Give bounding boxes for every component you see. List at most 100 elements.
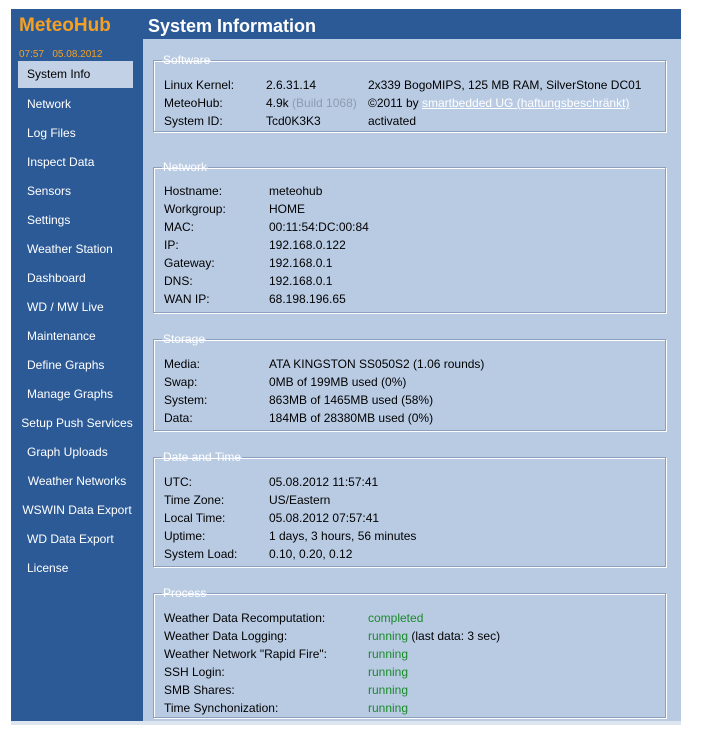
app-frame: MeteoHub 07:57 05.08.2012 System Info Ne… bbox=[11, 9, 681, 721]
network-value-gateway: 192.168.0.1 bbox=[269, 256, 333, 270]
sidebar-item-weather-networks[interactable]: Weather Networks bbox=[11, 467, 143, 496]
sidebar-item-license[interactable]: License bbox=[11, 554, 143, 583]
sidebar-item-label: Graph Uploads bbox=[27, 445, 108, 459]
meteohub-label: MeteoHub: bbox=[164, 96, 223, 110]
main-content: Software Linux Kernel: 2.6.31.14 2x339 B… bbox=[143, 39, 681, 721]
process-label: SSH Login: bbox=[164, 665, 225, 679]
datetime-label-local-time: Local Time: bbox=[164, 511, 226, 525]
process-legend: Process bbox=[163, 586, 207, 600]
process-note: (last data: 3 sec) bbox=[411, 629, 501, 643]
datetime-value-local-time: 05.08.2012 07:57:41 bbox=[269, 511, 380, 525]
process-status: running bbox=[368, 701, 409, 715]
sidebar-item-label: Settings bbox=[27, 213, 71, 227]
sidebar-item-label: WSWIN Data Export bbox=[22, 503, 132, 517]
sidebar-item-label: Sensors bbox=[27, 184, 72, 198]
network-label-hostname: Hostname: bbox=[164, 184, 223, 198]
sidebar-item-wswin-data-export[interactable]: WSWIN Data Export bbox=[11, 496, 143, 525]
bottom-edge bbox=[11, 721, 681, 725]
sidebar-item-label: Weather Networks bbox=[27, 474, 127, 488]
sidebar-item-label: Log Files bbox=[27, 126, 76, 140]
network-label-dns: DNS: bbox=[164, 274, 193, 288]
sysid-label: System ID: bbox=[164, 114, 223, 128]
sidebar-item-label: WD / MW Live bbox=[27, 300, 104, 314]
datetime-label-utc: UTC: bbox=[164, 475, 192, 489]
sidebar-item-label: Define Graphs bbox=[27, 358, 105, 372]
datetime-label-uptime: Uptime: bbox=[164, 529, 206, 543]
datetime-value-uptime: 1 days, 3 hours, 56 minutes bbox=[269, 529, 417, 543]
sidebar-item-label: System Info bbox=[27, 67, 91, 81]
sidebar-item-setup-push-services[interactable]: Setup Push Services bbox=[11, 409, 143, 438]
process-status: running bbox=[368, 683, 409, 697]
sidebar-item-maintenance[interactable]: Maintenance bbox=[11, 322, 143, 351]
meteohub-version-group: 4.9k (Build 1068) bbox=[266, 94, 357, 112]
page-header: System Information bbox=[143, 9, 681, 39]
kernel-label: Linux Kernel: bbox=[164, 78, 235, 92]
network-label-mac: MAC: bbox=[164, 220, 194, 234]
network-label-workgroup: Workgroup: bbox=[164, 202, 226, 216]
process-status: running bbox=[368, 629, 409, 643]
sidebar-item-log-files[interactable]: Log Files bbox=[11, 119, 143, 148]
sidebar-item-network[interactable]: Network bbox=[11, 90, 143, 119]
process-status: running bbox=[368, 647, 409, 661]
network-label-wan-ip: WAN IP: bbox=[164, 292, 210, 306]
sidebar-item-graph-uploads[interactable]: Graph Uploads bbox=[11, 438, 143, 467]
network-label-ip: IP: bbox=[164, 238, 179, 252]
storage-value-media: ATA KINGSTON SS050S2 (1.06 rounds) bbox=[269, 357, 485, 371]
sidebar-item-label: WD Data Export bbox=[27, 532, 114, 546]
meteohub-version: 4.9k bbox=[266, 96, 289, 110]
process-label: SMB Shares: bbox=[164, 683, 235, 697]
datetime-value-utc: 05.08.2012 11:57:41 bbox=[269, 475, 379, 489]
sidebar-item-wd-data-export[interactable]: WD Data Export bbox=[11, 525, 143, 554]
meteohub-build: (Build 1068) bbox=[292, 96, 357, 110]
sidebar-item-dashboard[interactable]: Dashboard bbox=[11, 264, 143, 293]
network-legend: Network bbox=[163, 160, 208, 174]
sidebar-item-sensors[interactable]: Sensors bbox=[11, 177, 143, 206]
sidebar-item-settings[interactable]: Settings bbox=[11, 206, 143, 235]
copyright-group: ©2011 by smartbedded UG (haftungsbeschrä… bbox=[368, 94, 629, 112]
datetime-value-system-load: 0.10, 0.20, 0.12 bbox=[269, 547, 353, 561]
clock-date: 05.08.2012 bbox=[52, 49, 103, 60]
process-label: Weather Network "Rapid Fire": bbox=[164, 647, 328, 661]
storage-value-swap: 0MB of 199MB used (0%) bbox=[269, 375, 407, 389]
kernel-value: 2.6.31.14 bbox=[266, 78, 317, 92]
sidebar-item-inspect-data[interactable]: Inspect Data bbox=[11, 148, 143, 177]
sidebar-item-label: Dashboard bbox=[27, 271, 86, 285]
datetime-label-timezone: Time Zone: bbox=[164, 493, 225, 507]
storage-value-data: 184MB of 28380MB used (0%) bbox=[269, 411, 434, 425]
storage-label-media: Media: bbox=[164, 357, 201, 371]
sidebar-item-label: Setup Push Services bbox=[21, 416, 133, 430]
process-status: running bbox=[368, 665, 409, 679]
process-label: Time Synchonization: bbox=[164, 701, 279, 715]
software-legend: Software bbox=[163, 53, 211, 67]
sidebar-item-wd-mw-live[interactable]: WD / MW Live bbox=[11, 293, 143, 322]
sidebar-item-weather-station[interactable]: Weather Station bbox=[11, 235, 143, 264]
sysid-status: activated bbox=[368, 114, 417, 128]
storage-panel: Storage Media: ATA KINGSTON SS050S2 (1.06… bbox=[153, 332, 666, 431]
network-value-mac: 00:11:54:DC:00:84 bbox=[269, 220, 369, 234]
kernel-extra: 2x339 BogoMIPS, 125 MB RAM, SilverStone … bbox=[368, 78, 642, 92]
sidebar-item-label: License bbox=[27, 561, 69, 575]
copyright-prefix: ©2011 by bbox=[368, 96, 419, 110]
network-value-dns: 192.168.0.1 bbox=[269, 274, 333, 288]
sidebar-item-label: Maintenance bbox=[27, 329, 96, 343]
sidebar: MeteoHub 07:57 05.08.2012 System Info Ne… bbox=[11, 9, 143, 721]
storage-label-system: System: bbox=[164, 393, 208, 407]
process-label: Weather Data Recomputation: bbox=[164, 611, 326, 625]
storage-label-data: Data: bbox=[164, 411, 193, 425]
datetime-label-system-load: System Load: bbox=[164, 547, 238, 561]
sidebar-item-label: Weather Station bbox=[27, 242, 113, 256]
software-panel: Software Linux Kernel: 2.6.31.14 2x339 B… bbox=[153, 53, 666, 132]
sysid-value: Tcd0K3K3 bbox=[266, 114, 321, 128]
clock-time: 07:57 bbox=[19, 49, 45, 60]
sidebar-item-system-info[interactable]: System Info bbox=[18, 61, 133, 88]
network-panel: Network Hostname: meteohub Workgroup: HOME… bbox=[153, 160, 666, 313]
sidebar-item-manage-graphs[interactable]: Manage Graphs bbox=[11, 380, 143, 409]
sidebar-item-label: Inspect Data bbox=[27, 155, 95, 169]
network-label-gateway: Gateway: bbox=[164, 256, 215, 270]
brand-logo: MeteoHub bbox=[19, 15, 111, 36]
sidebar-item-label: Network bbox=[27, 97, 72, 111]
vendor-link[interactable]: smartbedded UG (haftungsbeschränkt) bbox=[422, 96, 629, 110]
datetime-legend: Date and Time bbox=[163, 450, 242, 464]
network-value-wan-ip: 68.198.196.65 bbox=[269, 292, 346, 306]
sidebar-item-define-graphs[interactable]: Define Graphs bbox=[11, 351, 143, 380]
